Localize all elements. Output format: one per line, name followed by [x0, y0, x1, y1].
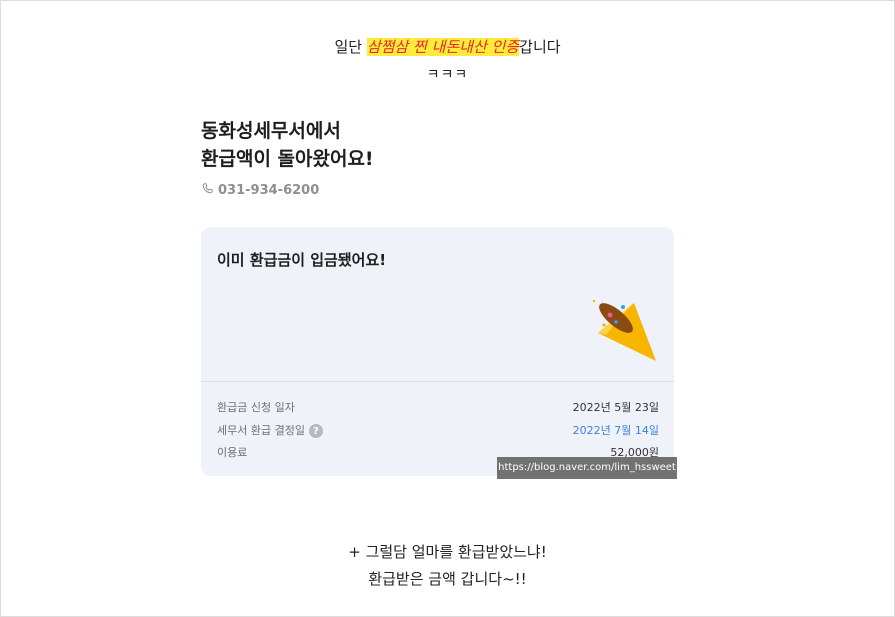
phone-icon	[201, 182, 214, 199]
caption-bottom-line2: 환급받은 금액 갑니다~!!	[368, 570, 527, 588]
party-popper-icon	[586, 295, 661, 370]
office-title: 동화성세무서에서 환급액이 돌아왔어요!	[201, 117, 374, 173]
info-value: 2022년 7월 14일	[572, 424, 659, 437]
caption-highlight: 삼쩜삼 찐 내돈내산 인증	[366, 38, 520, 56]
phone-number: 031-934-6200	[218, 183, 320, 198]
caption-bottom: + 그럴담 얼마를 환급받았느냐! 환급받은 금액 갑니다~!!	[0, 539, 895, 593]
info-row-decision-date: 세무서 환급 결정일? 2022년 7월 14일	[217, 422, 659, 438]
info-value: 2022년 5월 23일	[572, 401, 659, 414]
caption-top: 일단 삼쩜삼 찐 내돈내산 인증갑니다	[0, 36, 895, 58]
info-label: 환급금 신청 일자	[217, 401, 295, 414]
refund-card: 이미 환급금이 입금됐어요! 환급금 신청 일자 2022년 5월 23일 세무…	[201, 227, 674, 476]
question-icon[interactable]: ?	[308, 424, 323, 438]
info-label: 이용료	[217, 446, 248, 459]
office-title-line1: 동화성세무서에서	[201, 120, 341, 142]
info-row-apply-date: 환급금 신청 일자 2022년 5월 23일	[217, 399, 659, 415]
blog-watermark: https://blog.naver.com/lim_hssweet	[497, 457, 677, 479]
caption-suffix: 갑니다	[519, 38, 561, 56]
caption-laugh: ㅋㅋㅋ	[426, 67, 469, 83]
info-label-wrap: 세무서 환급 결정일?	[217, 422, 323, 438]
caption-bottom-line1: + 그럴담 얼마를 환급받았느냐!	[348, 543, 547, 561]
phone-link[interactable]: 031-934-6200	[201, 182, 319, 199]
caption-prefix: 일단	[334, 38, 367, 56]
card-headline: 이미 환급금이 입금됐어요!	[217, 251, 387, 269]
office-title-line2: 환급액이 돌아왔어요!	[201, 148, 374, 170]
card-divider	[201, 381, 674, 382]
info-label: 세무서 환급 결정일	[217, 424, 305, 437]
